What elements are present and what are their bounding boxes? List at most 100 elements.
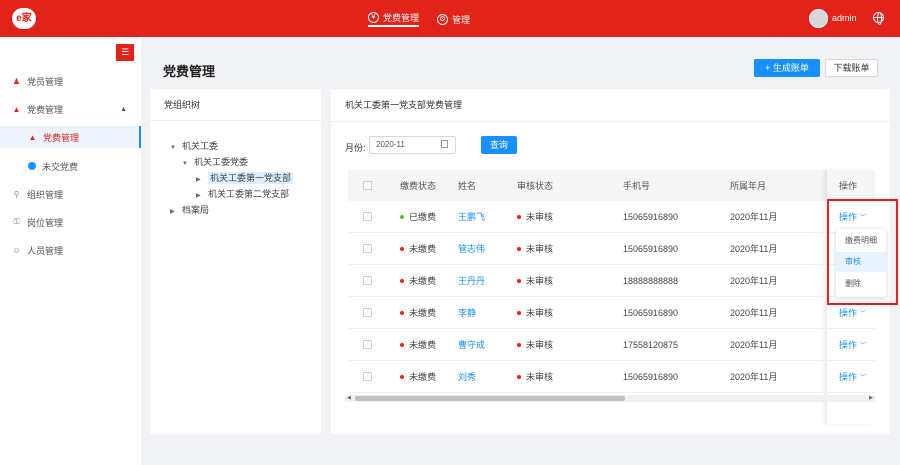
row-checkbox[interactable] [363,329,372,360]
avatar[interactable] [809,9,828,28]
audit-status-cell: 未审核 [517,265,553,296]
chevron-down-icon: ﹀ [860,311,867,317]
table-header: 缴费状态 姓名 审核状态 手机号 所属年月 操作 [348,170,875,201]
menu-collapse-icon[interactable]: ☰ [116,44,134,61]
unpaid-icon [28,162,36,170]
party-fee-icon: ▲ [12,104,21,114]
sidebar: ☰ ♟ 党员管理 ▲ 党费管理 ▲ ▲ 党费管理 未交党费 ⚲ 组织管理 ⚿ 岗… [0,37,141,465]
audit-status-dot [517,214,521,219]
name-link[interactable]: 王丹丹 [458,265,485,296]
pay-status-cell: 未缴费 [400,361,436,392]
month-cell: 2020年11月 [730,340,778,350]
query-button[interactable]: 查询 [481,136,517,154]
sidebar-item-post[interactable]: ⚿ 岗位管理 [0,211,141,233]
col-month: 所属年月 [730,181,767,191]
sidebar-item-org[interactable]: ⚲ 组织管理 [0,183,141,205]
audit-status-cell: 未审核 [517,361,553,392]
pay-status-cell: 未缴费 [400,233,436,264]
col-audit-status: 审核状态 [517,181,554,191]
pay-status-dot [400,342,404,347]
org-tree-panel: 党组织树 ▼ 机关工委 ▼ 机关工委党委 ▶ 机关工委第一党支部 ▶ 机关工委第二党支部… [150,89,321,434]
row-checkbox[interactable] [363,361,372,392]
sidebar-item-party-fee[interactable]: ▲ 党费管理 ▲ [0,98,141,120]
name-link[interactable]: 刘秀 [458,361,476,392]
audit-status-cell: 未审核 [517,297,553,328]
table-rows: 已缴费 王鹏飞 未审核 15065916890 2020年11月 操作 ﹀ 未缴费 管志伟 未审核… [348,201,875,393]
audit-status-dot [517,278,521,283]
globe-icon[interactable] [873,12,884,25]
audit-status-cell: 未审核 [517,233,553,264]
pay-status-cell: 未缴费 [400,265,436,296]
table-row: 未缴费 李静 未审核 15065916890 2020年11月 操作 ﹀ [348,297,875,329]
sidebar-subitem-unpaid[interactable]: 未交党费 [0,155,141,177]
name-link[interactable]: 李静 [458,297,476,328]
pay-status-dot [400,374,404,379]
sidebar-item-label: 未交党费 [42,161,79,172]
month-label: 月份: [345,143,366,153]
row-checkbox[interactable] [363,265,372,296]
tree-node-selected[interactable]: ▶ 机关工委第一党支部 [196,171,294,184]
phone-cell: 18888888888 [623,275,679,286]
tree-node[interactable]: ▼ 机关工委 [170,139,218,152]
month-cell: 2020年11月 [730,244,778,254]
horizontal-scrollbar[interactable]: ◀ ▶ [345,395,875,402]
sidebar-item-label: 党费管理 [43,132,80,143]
yen-icon: ¥ [368,12,379,23]
month-cell: 2020年11月 [730,276,778,286]
chevron-up-icon: ▲ [120,105,127,113]
table-row: 已缴费 王鹏飞 未审核 15065916890 2020年11月 操作 ﹀ [348,201,875,233]
col-phone: 手机号 [623,181,651,191]
generate-bill-button[interactable]: + 生成账单 [754,59,820,77]
download-bill-button[interactable]: 下载账单 [825,59,878,77]
tree-node[interactable]: ▶ 机关工委第二党支部 [196,187,289,200]
main-panel: 机关工委第一党支部党费管理 月份: 2020-11 查询 缴费状态 姓名 审核状… [331,89,890,434]
org-tree-title: 党组织树 [150,89,321,121]
scroll-right-icon[interactable]: ▶ [869,395,873,402]
sidebar-item-people[interactable]: ☺ 人员管理 [0,239,141,261]
org-icon: ⚲ [13,189,20,199]
scrollbar-thumb[interactable] [355,396,625,401]
operation-link[interactable]: 操作﹀ [839,361,866,392]
app-logo[interactable]: e家 [12,8,36,29]
sidebar-item-label: 岗位管理 [27,217,64,228]
row-checkbox[interactable] [363,297,372,328]
calendar-icon[interactable] [441,140,448,148]
col-name: 姓名 [458,181,477,191]
col-pay-status: 缴费状态 [400,181,437,191]
pay-status-dot [400,278,404,283]
chevron-down-icon: ﹀ [860,343,867,349]
month-cell: 2020年11月 [730,212,778,222]
sidebar-item-label: 党员管理 [27,76,64,87]
name-link[interactable]: 管志伟 [458,233,485,264]
tree-node[interactable]: ▼ 机关工委党委 [182,155,248,168]
nav-party-fee[interactable]: ¥ 党费管理 [368,11,420,27]
operation-link[interactable]: 操作﹀ [839,329,866,360]
caret-right-icon: ▶ [196,193,201,199]
pay-status-dot [400,310,404,315]
post-icon: ⚿ [13,217,20,226]
pay-status-cell: 未缴费 [400,297,436,328]
username[interactable]: admin [832,13,857,23]
scroll-left-icon[interactable]: ◀ [347,395,351,402]
caret-right-icon: ▶ [170,209,175,215]
sidebar-subitem-party-fee[interactable]: ▲ 党费管理 [0,126,141,148]
name-link[interactable]: 曹守成 [458,329,485,360]
chevron-down-icon: ﹀ [860,375,867,381]
tree-node[interactable]: ▶ 档案局 [170,203,209,216]
row-checkbox[interactable] [363,201,372,232]
top-bar: e家 ¥ 党费管理 ⚙ 管理 admin [0,0,900,37]
sidebar-item-member[interactable]: ♟ 党员管理 [0,70,141,92]
audit-status-cell: 未审核 [517,329,553,360]
table-row: 未缴费 曹守成 未审核 17558120875 2020年11月 操作 ﹀ [348,329,875,361]
caret-down-icon: ▼ [170,145,176,151]
month-cell: 2020年11月 [730,308,778,318]
phone-cell: 15065916890 [623,307,679,318]
name-link[interactable]: 王鹏飞 [458,201,485,232]
sidebar-item-label: 党费管理 [27,104,64,115]
phone-cell: 15065916890 [623,371,679,382]
select-all-checkbox[interactable] [363,170,372,201]
nav-manage[interactable]: ⚙ 管理 [437,11,470,27]
row-checkbox[interactable] [363,233,372,264]
divider [331,121,890,122]
page-title: 党费管理 [163,64,216,79]
